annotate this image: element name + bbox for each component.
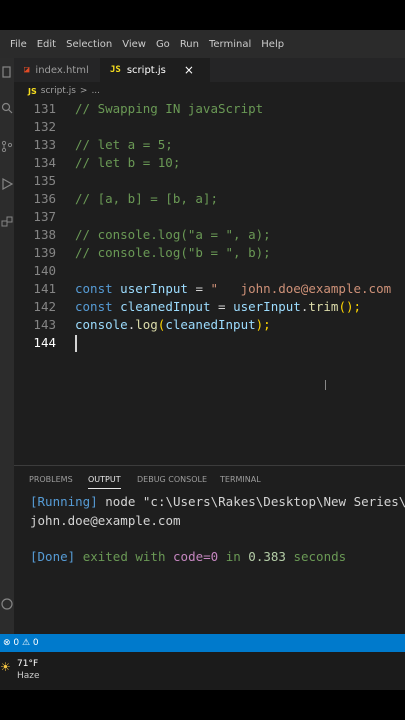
tab-terminal[interactable]: TERMINAL — [220, 475, 261, 484]
code-line: // console.log("a = ", a); — [75, 227, 271, 242]
output-result: john.doe@example.com — [30, 513, 181, 528]
tab-script-js[interactable]: JS script.js × — [100, 58, 210, 82]
js-file-icon: JS — [28, 86, 37, 96]
breadcrumb-file[interactable]: script.js — [41, 86, 76, 96]
windows-taskbar: ☀ 71°F Haze — [0, 652, 405, 690]
running-label: [Running] — [30, 494, 98, 509]
done-in: in — [225, 549, 241, 564]
panel-tabs: PROBLEMS OUTPUT DEBUG CONSOLE TERMINAL — [14, 466, 405, 494]
status-bar: ⊗ 0 ⚠ 0 — [0, 634, 405, 652]
token-variable: cleanedInput — [165, 317, 256, 332]
elapsed-time: 0.383 — [248, 549, 286, 564]
breadcrumb-symbol[interactable]: ... — [91, 86, 100, 96]
token-operator: = — [218, 299, 226, 314]
token-function: trim — [308, 299, 339, 314]
token-function: log — [135, 317, 158, 332]
tab-label: index.html — [35, 64, 89, 76]
line-number-current: 144 — [33, 335, 56, 350]
menu-edit[interactable]: Edit — [37, 39, 56, 50]
account-icon[interactable] — [1, 598, 13, 610]
exit-code: code=0 — [173, 549, 219, 564]
line-number: 132 — [33, 119, 56, 134]
line-number: 133 — [33, 137, 56, 152]
code-line: // console.log("b = ", b); — [75, 245, 271, 260]
menu-selection[interactable]: Selection — [66, 39, 112, 50]
line-number: 141 — [33, 281, 56, 296]
done-label: [Done] — [30, 549, 76, 564]
token-variable: userInput — [233, 299, 301, 314]
weather-condition[interactable]: Haze — [17, 671, 40, 681]
token-punct: ); — [255, 317, 271, 332]
code-line: // Swapping IN javaScript — [75, 101, 264, 116]
mouse-cursor — [325, 380, 326, 390]
weather-sun-icon[interactable]: ☀ — [0, 660, 11, 674]
output-done-line: [Done] exited with code=0 in 0.383 secon… — [30, 549, 346, 564]
code-line: const userInput = " john.doe@example.com — [75, 280, 391, 298]
menu-bar: File Edit Selection View Go Run Terminal… — [0, 30, 405, 58]
code-line: // let a = 5; — [75, 137, 173, 152]
menu-file[interactable]: File — [10, 39, 27, 50]
line-number: 136 — [33, 191, 56, 206]
line-number: 134 — [33, 155, 56, 170]
line-number: 137 — [33, 209, 56, 224]
code-line: const cleanedInput = userInput.trim(); — [75, 298, 361, 316]
time-unit: seconds — [293, 549, 347, 564]
tab-debug-console[interactable]: DEBUG CONSOLE — [137, 475, 207, 484]
token-keyword: const — [75, 299, 113, 314]
tab-label: script.js — [126, 64, 166, 76]
line-number: 142 — [33, 299, 56, 314]
code-line: // [a, b] = [b, a]; — [75, 191, 218, 206]
explorer-icon[interactable] — [1, 66, 13, 78]
extensions-icon[interactable] — [1, 216, 13, 228]
line-number: 139 — [33, 245, 56, 260]
token-punct: (); — [338, 299, 362, 314]
vscode-window: File Edit Selection View Go Run Terminal… — [0, 30, 405, 690]
line-number: 140 — [33, 263, 56, 278]
token-variable: console — [75, 317, 128, 332]
token-keyword: const — [75, 281, 113, 296]
js-file-icon: JS — [110, 65, 121, 75]
code-line: console.log(cleanedInput); — [75, 316, 271, 334]
menu-view[interactable]: View — [122, 39, 146, 50]
weather-temperature[interactable]: 71°F — [17, 659, 38, 669]
text-cursor — [75, 335, 77, 352]
menu-run[interactable]: Run — [180, 39, 199, 50]
token-operator: = — [195, 281, 203, 296]
activity-bar — [0, 58, 14, 648]
token-variable: cleanedInput — [120, 299, 211, 314]
menu-help[interactable]: Help — [261, 39, 284, 50]
line-number: 138 — [33, 227, 56, 242]
menu-go[interactable]: Go — [156, 39, 170, 50]
run-debug-icon[interactable] — [1, 177, 14, 191]
output-running-line: [Running] node "c:\Users\Rakes\Desktop\N… — [30, 494, 405, 509]
search-icon[interactable] — [1, 102, 13, 114]
bottom-panel: PROBLEMS OUTPUT DEBUG CONSOLE TERMINAL [… — [14, 465, 405, 635]
token-string: " john.doe@example.com — [210, 281, 392, 296]
breadcrumb-separator: > — [79, 86, 88, 96]
tab-output[interactable]: OUTPUT — [88, 475, 121, 489]
code-editor[interactable]: 131 // Swapping IN javaScript 132 133 // l… — [14, 100, 405, 460]
source-control-icon[interactable] — [1, 140, 13, 153]
problems-status[interactable]: ⊗ 0 ⚠ 0 — [3, 638, 39, 648]
line-number: 135 — [33, 173, 56, 188]
running-command: node "c:\Users\Rakes\Desktop\New Series\ — [105, 494, 405, 509]
close-tab-icon[interactable]: × — [184, 63, 194, 77]
token-variable: userInput — [120, 281, 188, 296]
line-number: 143 — [33, 317, 56, 332]
tab-index-html[interactable]: ◪ index.html — [14, 58, 110, 82]
breadcrumb: JS script.js > ... — [14, 82, 405, 100]
code-line: // let b = 10; — [75, 155, 181, 170]
menu-terminal[interactable]: Terminal — [209, 39, 251, 50]
html-file-icon: ◪ — [24, 65, 30, 75]
editor-tabs: ◪ index.html JS script.js × — [14, 58, 405, 82]
line-number: 131 — [33, 101, 56, 116]
done-text: exited with — [82, 549, 166, 564]
tab-problems[interactable]: PROBLEMS — [29, 475, 73, 484]
